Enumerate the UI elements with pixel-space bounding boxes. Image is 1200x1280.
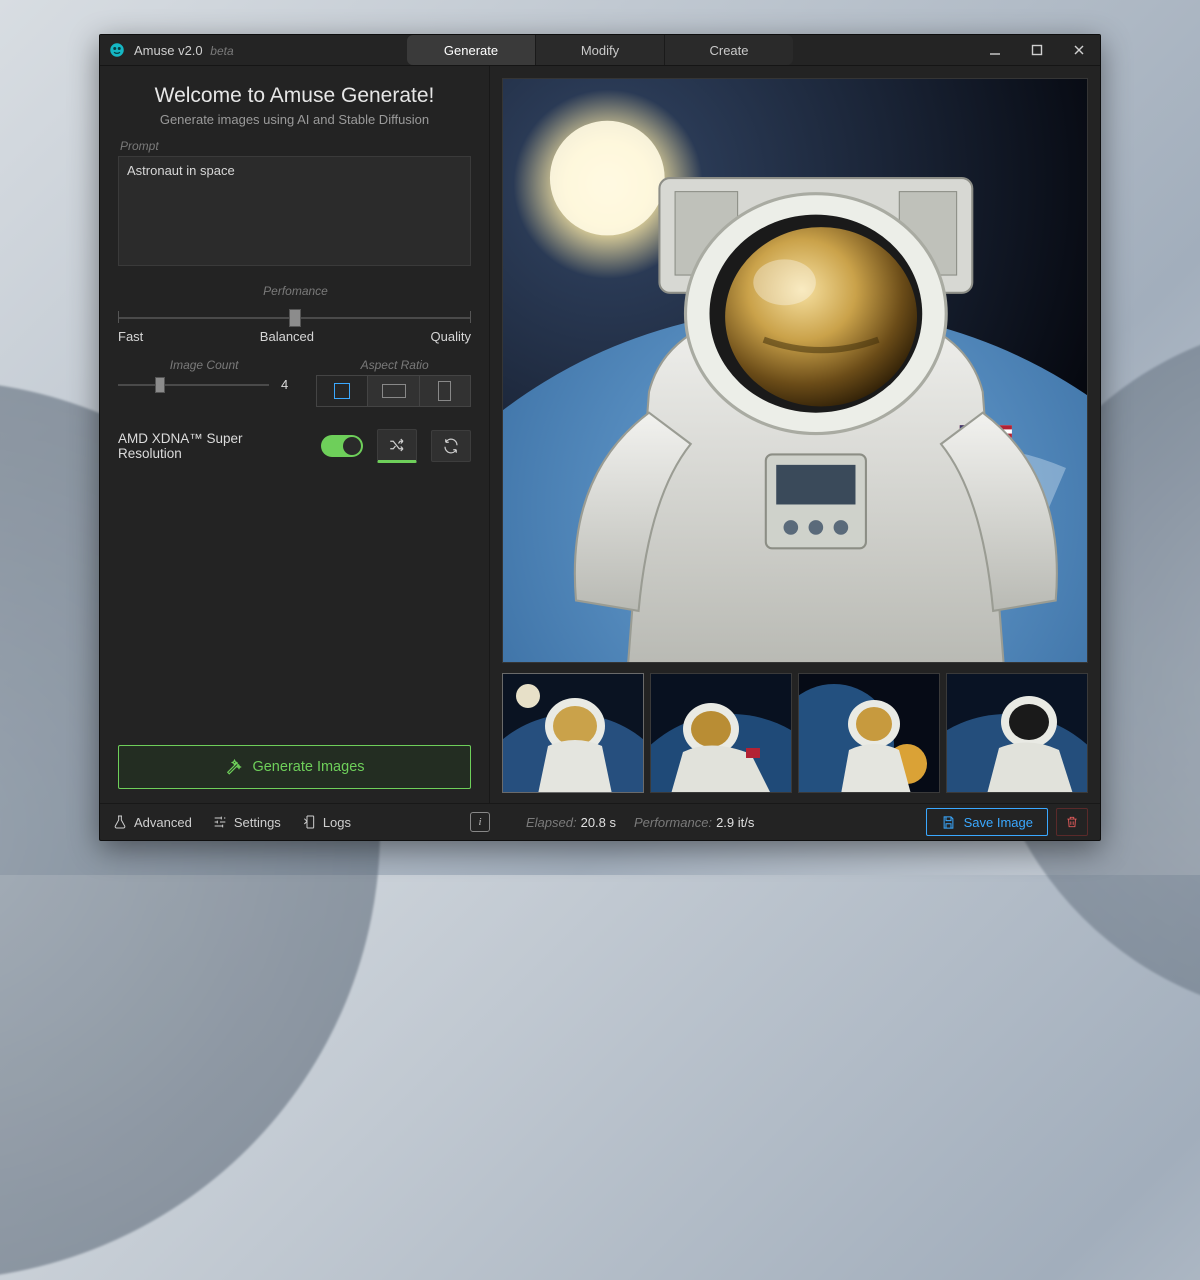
image-count-group: Image Count 4	[118, 358, 288, 407]
trash-icon	[1065, 815, 1079, 829]
maximize-button[interactable]	[1016, 35, 1058, 65]
title-bar: Amuse v2.0 beta Generate Modify Create	[100, 35, 1100, 66]
thumbnail-3[interactable]	[798, 673, 940, 793]
mode-tabs: Generate Modify Create	[407, 35, 793, 65]
close-button[interactable]	[1058, 35, 1100, 65]
welcome-subtitle: Generate images using AI and Stable Diff…	[118, 112, 471, 127]
app-title: Amuse v2.0 beta	[134, 43, 234, 58]
performance-stat-label: Performance:	[634, 815, 712, 830]
app-window: Amuse v2.0 beta Generate Modify Create W…	[99, 34, 1101, 841]
tab-generate[interactable]: Generate	[407, 35, 536, 65]
save-image-button[interactable]: Save Image	[926, 808, 1048, 836]
aspect-portrait-button[interactable]	[420, 375, 471, 407]
image-count-label: Image Count	[120, 358, 288, 372]
controls-panel: Welcome to Amuse Generate! Generate imag…	[100, 66, 490, 803]
aspect-ratio-label: Aspect Ratio	[318, 358, 471, 372]
prompt-label: Prompt	[120, 139, 471, 153]
thumbnail-1[interactable]	[502, 673, 644, 793]
content-area: Welcome to Amuse Generate! Generate imag…	[100, 66, 1100, 803]
delete-button[interactable]	[1056, 808, 1088, 836]
refresh-button[interactable]	[431, 430, 471, 462]
results-panel	[490, 66, 1100, 803]
window-controls	[974, 35, 1100, 65]
shuffle-button[interactable]	[377, 429, 417, 463]
generate-button-label: Generate Images	[252, 759, 364, 775]
elapsed-label: Elapsed:	[526, 815, 577, 830]
save-icon	[941, 815, 956, 830]
perf-mid-label: Balanced	[260, 329, 314, 344]
image-count-slider[interactable]	[118, 375, 269, 393]
shuffle-icon	[388, 436, 406, 454]
app-name: Amuse v2.0	[134, 43, 203, 58]
generate-button[interactable]: Generate Images	[118, 745, 471, 789]
image-count-value: 4	[281, 377, 288, 392]
status-bar: Advanced Settings Logs i Elapsed: 20.8 s…	[100, 803, 1100, 840]
performance-slider[interactable]: Fast Balanced Quality	[118, 307, 471, 344]
refresh-icon	[442, 437, 460, 455]
app-badge: beta	[210, 44, 233, 58]
elapsed-value: 20.8 s	[581, 815, 616, 830]
perf-min-label: Fast	[118, 329, 143, 344]
aspect-ratio-group: Aspect Ratio	[316, 358, 471, 407]
tab-modify[interactable]: Modify	[536, 35, 665, 65]
performance-stat-value: 2.9 it/s	[716, 815, 754, 830]
logs-button[interactable]: Logs	[301, 814, 351, 830]
performance-label: Perfomance	[120, 284, 471, 298]
flask-icon	[112, 814, 128, 830]
welcome-title: Welcome to Amuse Generate!	[118, 84, 471, 108]
settings-button[interactable]: Settings	[212, 814, 281, 830]
thumbnail-strip	[502, 673, 1088, 793]
super-resolution-label: AMD XDNA™ Super Resolution	[118, 431, 307, 461]
aspect-square-button[interactable]	[316, 375, 368, 407]
welcome-block: Welcome to Amuse Generate! Generate imag…	[118, 84, 471, 127]
tab-create[interactable]: Create	[665, 35, 793, 65]
thumbnail-2[interactable]	[650, 673, 792, 793]
main-preview[interactable]	[502, 78, 1088, 663]
thumbnail-4[interactable]	[946, 673, 1088, 793]
aspect-landscape-button[interactable]	[368, 375, 419, 407]
advanced-button[interactable]: Advanced	[112, 814, 192, 830]
info-button[interactable]: i	[470, 812, 490, 832]
prompt-input[interactable]: Astronaut in space	[118, 156, 471, 266]
app-logo-icon	[108, 41, 126, 59]
magic-wand-icon	[224, 758, 242, 776]
generated-image	[503, 79, 1087, 663]
perf-max-label: Quality	[431, 329, 471, 344]
logs-icon	[301, 814, 317, 830]
super-resolution-toggle[interactable]	[321, 435, 363, 457]
minimize-button[interactable]	[974, 35, 1016, 65]
sliders-icon	[212, 814, 228, 830]
